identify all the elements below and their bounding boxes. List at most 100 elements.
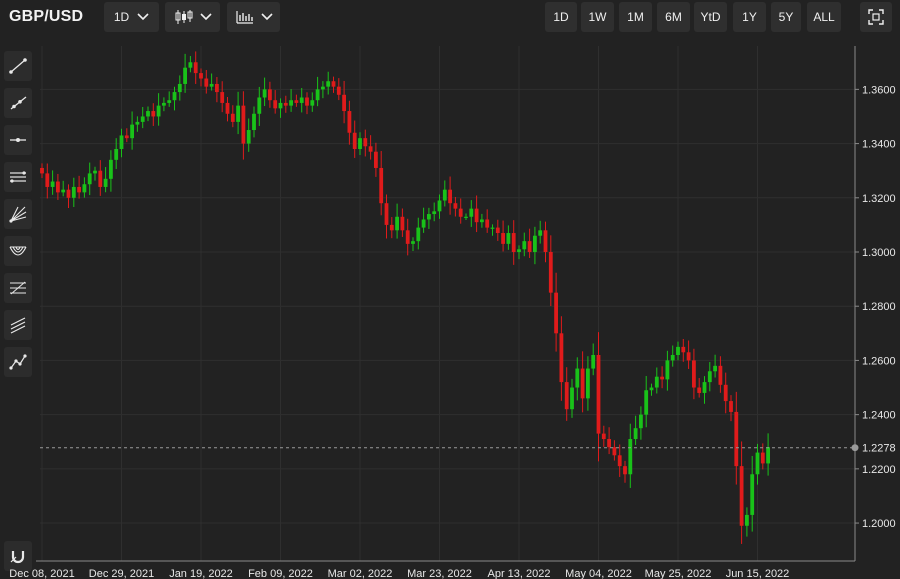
candle-down [342, 94, 346, 112]
candle-down [739, 466, 744, 526]
candle-down [400, 216, 405, 231]
time-axis: Dec 08, 2021 Dec 29, 2021 Jan 19, 2022 Feb … [9, 560, 855, 579]
candle-down [225, 102, 230, 114]
candle-up [50, 181, 55, 187]
candle-up [713, 365, 717, 372]
date-tick-label: Jun 15, 2022 [726, 568, 790, 579]
candle-up [156, 105, 161, 117]
candle-up [533, 235, 537, 252]
candle-up [289, 100, 293, 106]
candle-up [358, 138, 362, 149]
price-tick-label: 1.3600 [862, 84, 896, 96]
candle-down [607, 439, 611, 448]
candle-down [199, 73, 203, 79]
candle-up [177, 83, 182, 93]
date-tick-label: Feb 09, 2022 [248, 568, 313, 579]
candle-down [368, 146, 373, 152]
candle-up [87, 173, 92, 185]
price-tick-label: 1.3200 [862, 193, 896, 205]
candle-down [363, 138, 368, 147]
candle-down [448, 189, 452, 204]
candle-down [374, 151, 378, 168]
candle-up [766, 447, 770, 464]
candle-up [114, 149, 119, 160]
candle-up [432, 211, 437, 215]
candle-down [230, 113, 235, 122]
candle-up [633, 428, 638, 440]
date-tick-label: Jan 19, 2022 [169, 568, 233, 579]
candle-up [665, 360, 670, 380]
candle-up [628, 439, 633, 475]
candle-up [262, 89, 267, 98]
candle-up [570, 387, 574, 410]
date-tick-label: May 25, 2022 [645, 568, 712, 579]
candle-up [188, 62, 193, 68]
candle-down [193, 62, 198, 74]
candle-down [389, 224, 394, 231]
candle-up [490, 227, 495, 229]
price-chart[interactable]: 1.3600 1.3400 1.3200 1.3000 1.2800 1.2600 1.24… [0, 0, 900, 579]
candle-up [140, 116, 145, 122]
candle-down [151, 111, 156, 117]
candle-up [162, 102, 166, 106]
candle-up [575, 368, 580, 388]
candle-down [681, 346, 686, 353]
candle-up [464, 216, 468, 218]
candle-up [146, 111, 150, 117]
date-tick-label: Dec 08, 2021 [9, 568, 74, 579]
candle-up [639, 414, 643, 429]
candle-up [586, 368, 590, 399]
date-tick-label: Mar 02, 2022 [328, 568, 393, 579]
candle-down [215, 83, 219, 93]
candle-up [442, 189, 447, 201]
candle-down [458, 208, 463, 217]
candle-up [167, 100, 172, 103]
candle-down [760, 452, 765, 464]
candle-up [437, 200, 442, 212]
candle-down [453, 203, 458, 209]
candle-down [124, 135, 129, 139]
chart-grid [40, 46, 855, 561]
price-tick-label: 1.2000 [862, 518, 896, 530]
date-tick-label: Dec 29, 2021 [89, 568, 154, 579]
candle-down [564, 382, 569, 410]
candle-up [395, 216, 399, 231]
candle-up [172, 92, 177, 101]
candle-up [326, 81, 331, 87]
candle-down [474, 208, 479, 223]
candle-up [278, 102, 283, 109]
candle-down [347, 111, 352, 133]
candle-up [103, 178, 108, 187]
candle-up [236, 105, 240, 122]
candle-up [257, 97, 262, 114]
candle-down [660, 376, 664, 380]
candle-up [135, 121, 140, 125]
candle-down [697, 387, 702, 393]
candle-down [501, 233, 505, 244]
candle-down [331, 81, 336, 87]
candle-down [548, 252, 553, 293]
candle-up [427, 214, 431, 220]
candle-down [718, 365, 723, 385]
candle-down [283, 102, 288, 106]
candle-up [299, 97, 304, 103]
candle-up [755, 452, 760, 475]
candle-down [98, 170, 103, 187]
candle-down [294, 100, 299, 103]
candle-up [310, 100, 315, 106]
date-tick-label: Apr 13, 2022 [488, 568, 551, 579]
candle-down [336, 86, 341, 95]
price-tick-label: 1.2400 [862, 410, 896, 422]
candle-up [480, 219, 484, 223]
candle-down [384, 203, 389, 225]
candle-up [61, 189, 66, 193]
candle-up [702, 382, 707, 393]
candle-up [469, 208, 474, 217]
last-price-dot [851, 444, 859, 452]
candle-up [670, 355, 675, 361]
candle-down [495, 227, 500, 234]
candle-up [517, 249, 521, 252]
candle-up [209, 83, 214, 87]
candle-up [506, 233, 511, 244]
candle-down [623, 466, 627, 475]
